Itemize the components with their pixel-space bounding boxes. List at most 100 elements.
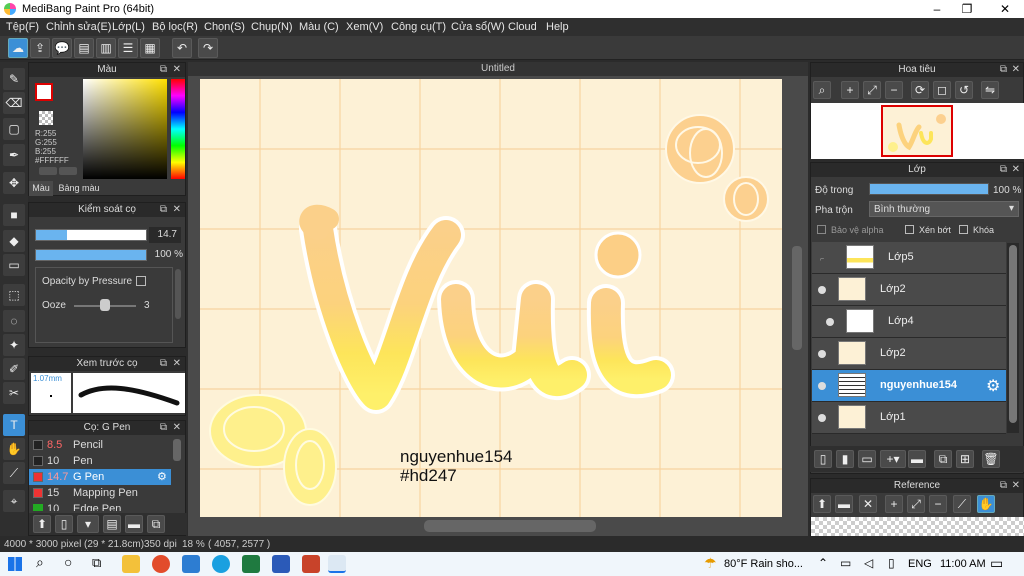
operation-tool-icon[interactable]: ⌖	[3, 490, 25, 512]
blend-mode-select[interactable]: Bình thường ▾	[869, 201, 1019, 217]
new-8bit-layer-icon[interactable]: ▮	[836, 450, 854, 468]
saturation-value-picker[interactable]	[83, 79, 167, 179]
hand-tool-icon[interactable]: ✋	[3, 438, 25, 460]
add-brush-icon[interactable]: ▾	[77, 515, 99, 533]
fit-icon[interactable]: ⤢	[907, 495, 925, 513]
menu-select[interactable]: Chọn(S)	[204, 21, 245, 33]
canvas-vertical-scrollbar[interactable]	[792, 246, 802, 350]
new-brush-icon[interactable]: ▯	[55, 515, 73, 533]
undock-icon[interactable]: ⧉	[1000, 163, 1007, 177]
menu-snap[interactable]: Chụp(N)	[251, 21, 293, 33]
visibility-icon[interactable]	[826, 318, 834, 326]
zoom-in-icon[interactable]: +	[885, 495, 903, 513]
cloud-icon[interactable]: ☁	[8, 38, 28, 58]
canvas-horizontal-scrollbar[interactable]	[424, 520, 596, 532]
edge-icon[interactable]	[212, 555, 230, 573]
close-button[interactable]: ✕	[990, 1, 1020, 17]
windows-start-icon[interactable]	[8, 557, 22, 571]
message-icon[interactable]: ▤	[74, 38, 94, 58]
layer-row[interactable]: Lớp1	[812, 402, 1006, 434]
brush-size-slider[interactable]	[35, 229, 147, 241]
powerpoint-icon[interactable]	[302, 555, 320, 573]
navigator-viewport[interactable]	[881, 105, 953, 157]
cloud-reference-icon[interactable]: ⬆	[813, 495, 831, 513]
reference-canvas[interactable]	[811, 517, 1024, 537]
layer-scrollbar[interactable]	[1009, 245, 1017, 423]
foreground-color-swatch[interactable]	[35, 83, 53, 101]
layer-row[interactable]: ⌐ Lớp5	[812, 242, 1006, 274]
hand-icon[interactable]: ✋	[977, 495, 995, 513]
delete-layer-icon[interactable]: 🗑	[982, 450, 1000, 468]
new-1bit-layer-icon[interactable]: ▭	[858, 450, 876, 468]
select-eraser-icon[interactable]: ✂	[3, 382, 25, 404]
layer-row[interactable]: Lớp2	[812, 338, 1006, 370]
fit-icon[interactable]: ⤢	[863, 81, 881, 99]
visibility-icon[interactable]	[818, 350, 826, 358]
chevron-up-icon[interactable]: ⌃	[818, 556, 828, 570]
zoom-reset-icon[interactable]: ⌕	[813, 81, 831, 99]
chrome-icon[interactable]	[152, 555, 170, 573]
upload-icon[interactable]: ⇪	[30, 38, 50, 58]
panel-close-icon[interactable]: ✕	[173, 357, 181, 371]
excel-icon[interactable]	[242, 555, 260, 573]
menu-filter[interactable]: Bộ lọc(R)	[152, 21, 198, 33]
brush-item[interactable]: 10 Edge Pen	[29, 501, 171, 511]
fill-tool-icon[interactable]: ◆	[3, 230, 25, 252]
minimize-button[interactable]: –	[922, 1, 952, 17]
brush-tool-icon[interactable]: ✎	[3, 68, 25, 90]
undock-icon[interactable]: ⧉	[160, 357, 167, 371]
network-icon[interactable]: ▭	[840, 556, 851, 570]
file-explorer-icon[interactable]	[122, 555, 140, 573]
lasso-icon[interactable]: ◌	[3, 310, 25, 332]
document-icon[interactable]: ▥	[96, 38, 116, 58]
search-icon[interactable]: ⌕	[36, 554, 44, 571]
magic-wand-icon[interactable]: ✦	[3, 334, 25, 356]
clock[interactable]: 11:00 AM	[940, 558, 986, 570]
ooze-slider-handle[interactable]	[100, 299, 110, 311]
flip-icon[interactable]: ⇋	[981, 81, 999, 99]
cloud-brush-icon[interactable]: ⬆	[33, 515, 51, 533]
alpha-protect-checkbox[interactable]	[817, 225, 826, 234]
speaker-icon[interactable]: ◁	[864, 556, 873, 570]
eyedropper-button[interactable]	[59, 167, 77, 175]
comment-icon[interactable]: 💬	[52, 38, 72, 58]
menu-color[interactable]: Màu (C)	[299, 21, 339, 33]
task-view-icon[interactable]: ⧉	[92, 555, 101, 571]
menu-file[interactable]: Tệp(F)	[6, 21, 39, 33]
navigator-preview[interactable]	[811, 103, 1024, 159]
brush-item[interactable]: 8.5 Pencil	[29, 437, 171, 453]
brush-size-value[interactable]: 14.7	[149, 227, 181, 243]
undock-icon[interactable]: ⧉	[160, 63, 167, 77]
folder-icon[interactable]: ▬	[125, 515, 143, 533]
brush-item-selected[interactable]: 14.7 G Pen ⚙	[29, 469, 171, 485]
panel-close-icon[interactable]: ✕	[1012, 479, 1020, 493]
language-indicator[interactable]: ENG	[908, 558, 932, 570]
grid-icon[interactable]: ▦	[140, 38, 160, 58]
brush-list-scrollbar[interactable]	[173, 439, 181, 461]
rotate-icon[interactable]: ⟳	[911, 81, 929, 99]
gear-icon[interactable]: ⚙	[157, 470, 167, 483]
eraser-tool-icon[interactable]: ⌫	[3, 92, 25, 114]
rotate-reset-icon[interactable]: ↺	[955, 81, 973, 99]
weather-text[interactable]: 80°F Rain sho...	[724, 558, 803, 570]
select-pen-icon[interactable]: ✐	[3, 358, 25, 380]
duplicate-brush-icon[interactable]: ⧉	[147, 515, 165, 533]
undock-icon[interactable]: ⧉	[160, 421, 167, 435]
panel-close-icon[interactable]: ✕	[173, 421, 181, 435]
zoom-in-icon[interactable]: +	[841, 81, 859, 99]
transparent-swatch[interactable]	[39, 111, 53, 125]
brush-opacity-slider[interactable]	[35, 249, 147, 261]
undo-icon[interactable]: ↶	[172, 38, 192, 58]
panel-close-icon[interactable]: ✕	[173, 63, 181, 77]
canvas-paper[interactable]: nguyenhue154 #hd247	[200, 79, 782, 517]
opacity-pressure-checkbox[interactable]	[136, 276, 146, 286]
layer-row[interactable]: Lớp4	[812, 306, 1006, 338]
tab-color[interactable]: Màu	[29, 181, 53, 196]
gradient-tool-icon[interactable]: ▭	[3, 254, 25, 276]
panel-close-icon[interactable]: ✕	[1012, 63, 1020, 77]
brush-item[interactable]: 15 Mapping Pen	[29, 485, 171, 501]
zoom-out-icon[interactable]: −	[929, 495, 947, 513]
list-icon[interactable]: ☰	[118, 38, 138, 58]
clipping-checkbox[interactable]	[905, 225, 914, 234]
menu-view[interactable]: Xem(V)	[346, 21, 383, 33]
